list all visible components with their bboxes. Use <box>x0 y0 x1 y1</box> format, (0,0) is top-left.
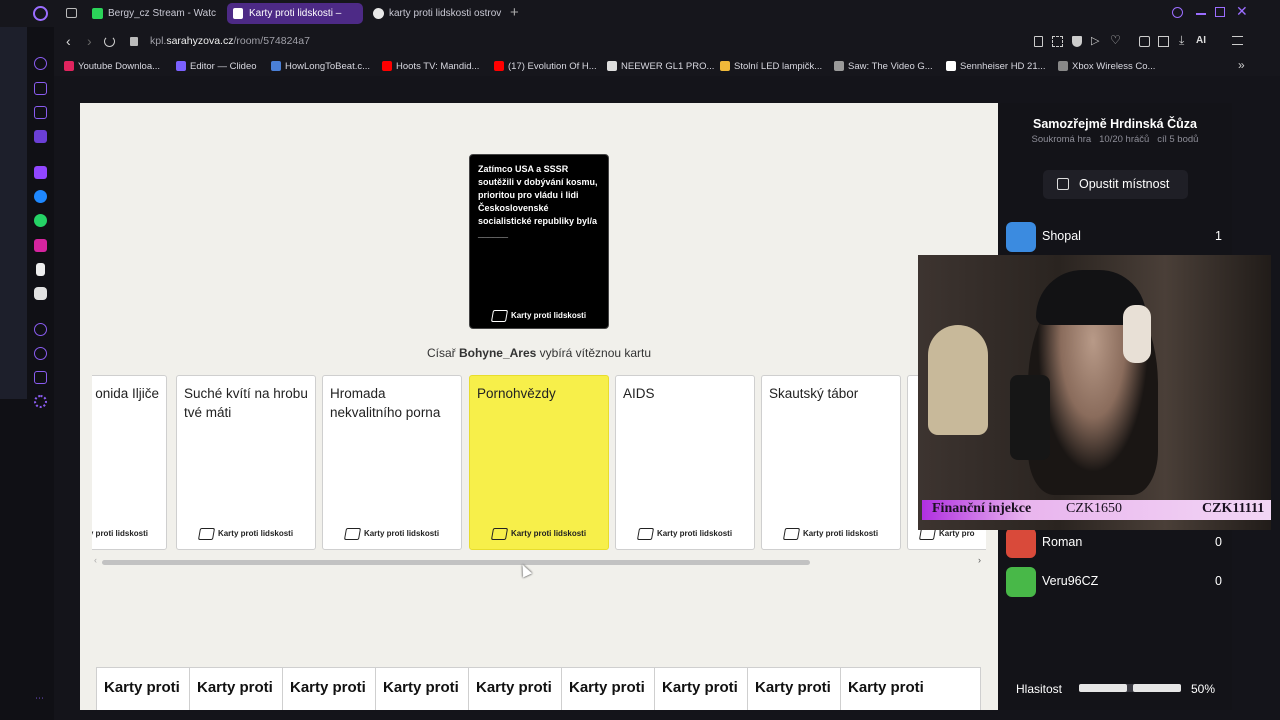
hand-card-text: Karty proti <box>104 679 180 696</box>
hand-card-text: Karty proti <box>569 679 645 696</box>
more-icon[interactable]: ⋯ <box>35 693 44 704</box>
volume-value: 50% <box>1191 682 1216 696</box>
player-avatar <box>1006 222 1036 252</box>
pin-icon[interactable] <box>1034 36 1043 47</box>
hand-card[interactable]: Karty proti <box>654 667 748 710</box>
player-icon[interactable] <box>34 323 47 336</box>
opera-logo-icon[interactable] <box>33 6 48 21</box>
instagram-icon[interactable] <box>34 239 47 252</box>
player-score: 0 <box>1215 535 1222 549</box>
menu-icon[interactable] <box>1232 36 1243 45</box>
messenger-icon[interactable] <box>34 190 47 203</box>
player-avatar <box>1006 528 1036 558</box>
history-icon[interactable] <box>34 347 47 360</box>
bookmark-favicon-icon <box>1058 61 1068 71</box>
extensions-icon[interactable] <box>34 371 47 384</box>
webcam-toy <box>928 325 988 435</box>
refresh-icon[interactable] <box>34 57 47 70</box>
bookmarks-more-icon[interactable]: » <box>1238 58 1245 72</box>
back-icon[interactable]: ‹ <box>66 33 71 49</box>
heart-icon[interactable]: ♡ <box>1110 33 1121 47</box>
volume-label: Hlasitost <box>1016 682 1063 696</box>
shopping-icon[interactable] <box>34 82 47 95</box>
player-name: Shopal <box>1042 229 1081 243</box>
player-name: Roman <box>1042 535 1083 549</box>
room-private: Soukromá hra <box>1031 134 1092 145</box>
hand-card-text: Karty proti <box>290 679 366 696</box>
bookmark-favicon-icon <box>64 61 74 71</box>
volume-slider[interactable] <box>1079 684 1181 692</box>
donation-title: Finanční injekce <box>932 501 1032 516</box>
hand-card-text: Karty proti <box>662 679 738 696</box>
whatsapp-icon[interactable] <box>34 214 47 227</box>
hand-card[interactable]: Karty proti <box>840 667 981 710</box>
minimize-icon[interactable] <box>1196 13 1206 15</box>
room-players: 10/20 hráčů <box>1099 134 1150 145</box>
twitch-icon[interactable] <box>34 166 47 179</box>
hand-card[interactable]: Karty proti <box>282 667 376 710</box>
forward-icon[interactable]: › <box>87 33 92 49</box>
player-name: Veru96CZ <box>1042 574 1099 588</box>
close-icon[interactable]: ✕ <box>1236 3 1248 20</box>
hand-card[interactable]: Karty proti <box>375 667 469 710</box>
hand-card-text: Karty proti <box>848 679 924 696</box>
webcam-microphone <box>1010 375 1050 460</box>
ai-label: AI <box>1196 35 1206 46</box>
bookmark-label: Xbox Wireless Co... <box>1072 61 1156 72</box>
hand-cards-row: Karty proti Karty proti Karty proti Kart… <box>96 0 981 710</box>
aria-icon[interactable] <box>34 106 47 119</box>
room-info: Soukromá hra 10/20 hráčů cíl 5 bodů <box>998 134 1232 145</box>
leave-room-button[interactable]: Opustit místnost <box>1043 170 1188 199</box>
settings-icon[interactable] <box>34 395 47 408</box>
wallet-icon[interactable] <box>1158 36 1169 47</box>
maximize-icon[interactable] <box>1215 7 1225 17</box>
hand-card[interactable]: Karty proti <box>96 667 190 710</box>
screenshot-icon[interactable] <box>1052 36 1063 47</box>
hand-card[interactable]: Karty proti <box>561 667 655 710</box>
hand-card-text: Karty proti <box>476 679 552 696</box>
hand-card-text: Karty proti <box>755 679 831 696</box>
volume-slider-fill <box>1079 684 1127 692</box>
hand-card[interactable]: Karty proti <box>468 667 562 710</box>
hand-card-text: Karty proti <box>197 679 273 696</box>
tiktok-icon[interactable] <box>36 263 45 276</box>
webcam-overlay: Finanční injekce CZK1650 CZK11111 <box>918 255 1271 530</box>
room-title: Samozřejmě Hrdinská Čůza <box>1033 117 1197 131</box>
sidebar-strip <box>0 27 27 399</box>
player-row: Shopal 1 <box>1006 222 1222 252</box>
messenger-m-icon[interactable] <box>34 130 47 143</box>
exit-icon <box>1057 178 1069 190</box>
room-goal: cíl 5 bodů <box>1157 134 1199 145</box>
hand-card[interactable]: Karty proti <box>189 667 283 710</box>
send-icon[interactable]: ▷ <box>1091 34 1099 47</box>
shield-icon[interactable] <box>1072 36 1082 47</box>
bookmark-item[interactable]: Xbox Wireless Co... <box>1058 57 1155 76</box>
ai-button[interactable]: AI <box>1196 35 1206 46</box>
discord-icon[interactable] <box>34 287 47 300</box>
player-row: Veru96CZ 0 <box>1006 567 1222 597</box>
tab-overview-icon[interactable] <box>66 8 77 18</box>
donation-bar: Finanční injekce CZK1650 CZK11111 <box>922 500 1271 520</box>
search-icon[interactable] <box>1172 7 1183 18</box>
player-avatar <box>1006 567 1036 597</box>
volume-slider-right <box>1133 684 1181 692</box>
player-row: Roman 0 <box>1006 528 1222 558</box>
player-score: 1 <box>1215 229 1222 243</box>
browser-sidebar: ⋯ <box>0 27 54 720</box>
extension-icon[interactable] <box>1139 36 1150 47</box>
hand-card[interactable]: Karty proti <box>747 667 841 710</box>
donation-amount-1: CZK1650 <box>1066 501 1122 516</box>
leave-room-label: Opustit místnost <box>1079 177 1170 191</box>
hand-card-text: Karty proti <box>383 679 459 696</box>
player-score: 0 <box>1215 574 1222 588</box>
webcam-headphones <box>1123 305 1151 363</box>
download-icon[interactable]: ⤓ <box>1179 33 1184 48</box>
donation-amount-2: CZK11111 <box>1202 501 1265 516</box>
